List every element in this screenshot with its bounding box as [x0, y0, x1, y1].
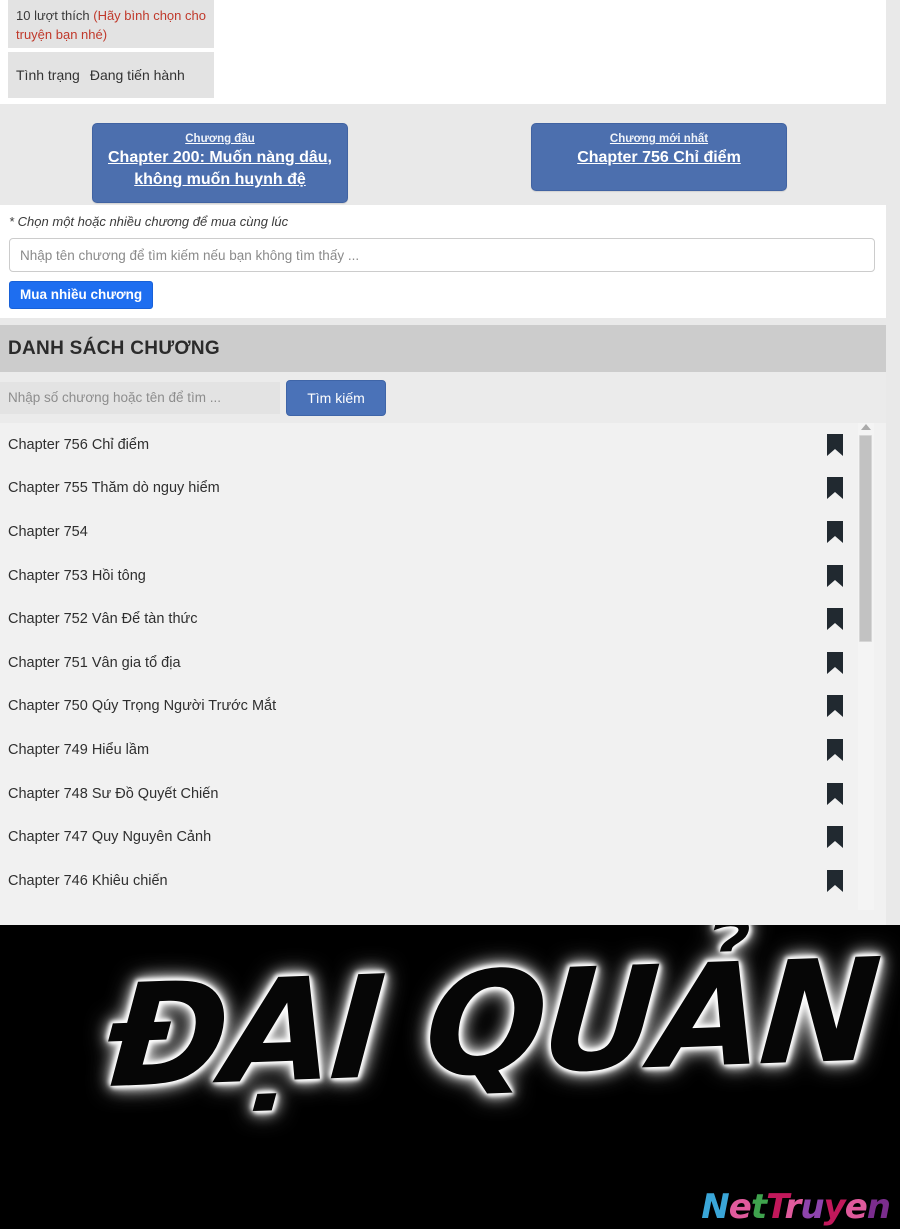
bookmark-icon[interactable]	[826, 608, 844, 631]
buy-chapters-panel: * Chọn một hoặc nhiều chương để mua cùng…	[0, 205, 886, 318]
bookmark-icon[interactable]	[826, 738, 844, 761]
chapter-search-button[interactable]: Tìm kiếm	[286, 379, 386, 416]
status-value: Đang tiến hành	[89, 66, 185, 83]
bookmark-icon[interactable]	[826, 477, 844, 500]
bookmark-icon[interactable]	[826, 826, 844, 849]
chapter-list-scrollbar[interactable]	[858, 423, 874, 910]
chapter-row[interactable]: Chapter 756 Chỉ điểm	[0, 423, 886, 467]
chapter-list-header: DANH SÁCH CHƯƠNG	[0, 325, 886, 372]
chapter-row[interactable]: Chapter 750 Qúy Trọng Người Trước Mắt	[0, 685, 886, 729]
chapter-row[interactable]: Chapter 752 Vân Để tàn thức	[0, 597, 886, 641]
bookmark-icon[interactable]	[826, 651, 844, 674]
latest-chapter-button[interactable]: Chương mới nhất Chapter 756 Chỉ điểm	[531, 123, 787, 191]
first-chapter-label: Chương đầu	[185, 133, 255, 145]
status-box: Tình trạng Đang tiến hành	[8, 52, 214, 98]
chapter-row[interactable]: Chapter 749 Hiểu lầm	[0, 728, 886, 772]
page-root: 10 lượt thích (Hãy bình chọn cho truyện …	[0, 0, 900, 1229]
chapter-nav-band: Chương đầu Chapter 200: Muốn nàng dâu, k…	[0, 104, 886, 205]
chapter-row[interactable]: Chapter 751 Vân gia tổ địa	[0, 641, 886, 685]
manga-page-image: ĐẠI QUẢN G NetTruyen	[0, 925, 900, 1229]
bookmark-icon[interactable]	[826, 433, 844, 456]
first-chapter-title: Chapter 200: Muốn nàng dâu, không muốn h…	[107, 149, 332, 188]
chapter-row[interactable]: Chapter 755 Thăm dò nguy hiểm	[0, 467, 886, 511]
latest-chapter-title: Chapter 756 Chỉ điểm	[577, 149, 741, 166]
chapter-link[interactable]: Chapter 750 Qúy Trọng Người Trước Mắt	[8, 696, 276, 716]
chapter-rows-container: Chapter 756 Chỉ điểm Chapter 755 Thăm dò …	[0, 423, 886, 903]
likes-box: 10 lượt thích (Hãy bình chọn cho truyện …	[8, 0, 214, 48]
buy-note: * Chọn một hoặc nhiều chương để mua cùng…	[9, 214, 289, 229]
first-chapter-button[interactable]: Chương đầu Chapter 200: Muốn nàng dâu, k…	[92, 123, 348, 203]
latest-chapter-label: Chương mới nhất	[609, 133, 709, 145]
chapter-list-title: DANH SÁCH CHƯƠNG	[8, 337, 220, 359]
status-label: Tình trạng	[16, 66, 80, 83]
chapter-list-section: DANH SÁCH CHƯƠNG Tìm kiếm Chapter 756 Ch…	[0, 325, 886, 925]
chapter-link[interactable]: Chapter 748 Sư Đồ Quyết Chiến	[8, 784, 218, 804]
chapter-row[interactable]: Chapter 747 Quy Nguyên Cảnh	[0, 815, 886, 859]
scrollbar-thumb[interactable]	[859, 435, 872, 642]
buy-multiple-button[interactable]: Mua nhiều chương	[9, 281, 154, 309]
chapter-row[interactable]: Chapter 746 Khiêu chiến	[0, 859, 886, 903]
chapter-link[interactable]: Chapter 754	[8, 522, 88, 542]
chapter-row[interactable]: Chapter 748 Sư Đồ Quyết Chiến	[0, 772, 886, 816]
chapter-row[interactable]: Chapter 754	[0, 510, 886, 554]
chapter-link[interactable]: Chapter 756 Chỉ điểm	[8, 435, 149, 455]
chapter-link[interactable]: Chapter 749 Hiểu lầm	[8, 740, 149, 760]
chapter-link[interactable]: Chapter 747 Quy Nguyên Cảnh	[8, 827, 211, 847]
chapter-link[interactable]: Chapter 755 Thăm dò nguy hiểm	[8, 478, 220, 498]
chapter-link[interactable]: Chapter 753 Hồi tông	[8, 566, 146, 586]
manga-title-artwork: ĐẠI QUẢN G	[102, 925, 900, 1121]
chapter-search-row: Tìm kiếm	[0, 372, 886, 423]
bookmark-icon[interactable]	[826, 520, 844, 543]
chapter-list-scroll-area[interactable]: Chapter 756 Chỉ điểm Chapter 755 Thăm dò …	[0, 423, 886, 910]
likes-count: 10 lượt thích	[16, 8, 90, 23]
bookmark-icon[interactable]	[826, 869, 844, 892]
nettruyen-watermark: NetTruyen	[701, 1187, 891, 1227]
scroll-up-arrow-icon[interactable]	[861, 424, 871, 430]
comic-info-panel: 10 lượt thích (Hãy bình chọn cho truyện …	[0, 0, 886, 104]
bookmark-icon[interactable]	[826, 782, 844, 805]
chapter-search-input[interactable]	[0, 381, 280, 414]
chapter-link[interactable]: Chapter 752 Vân Để tàn thức	[8, 609, 197, 629]
buy-search-input[interactable]	[9, 238, 875, 272]
bookmark-icon[interactable]	[826, 564, 844, 587]
bookmark-icon[interactable]	[826, 695, 844, 718]
chapter-link[interactable]: Chapter 746 Khiêu chiến	[8, 871, 168, 891]
chapter-link[interactable]: Chapter 751 Vân gia tổ địa	[8, 653, 181, 673]
chapter-row[interactable]: Chapter 753 Hồi tông	[0, 554, 886, 598]
